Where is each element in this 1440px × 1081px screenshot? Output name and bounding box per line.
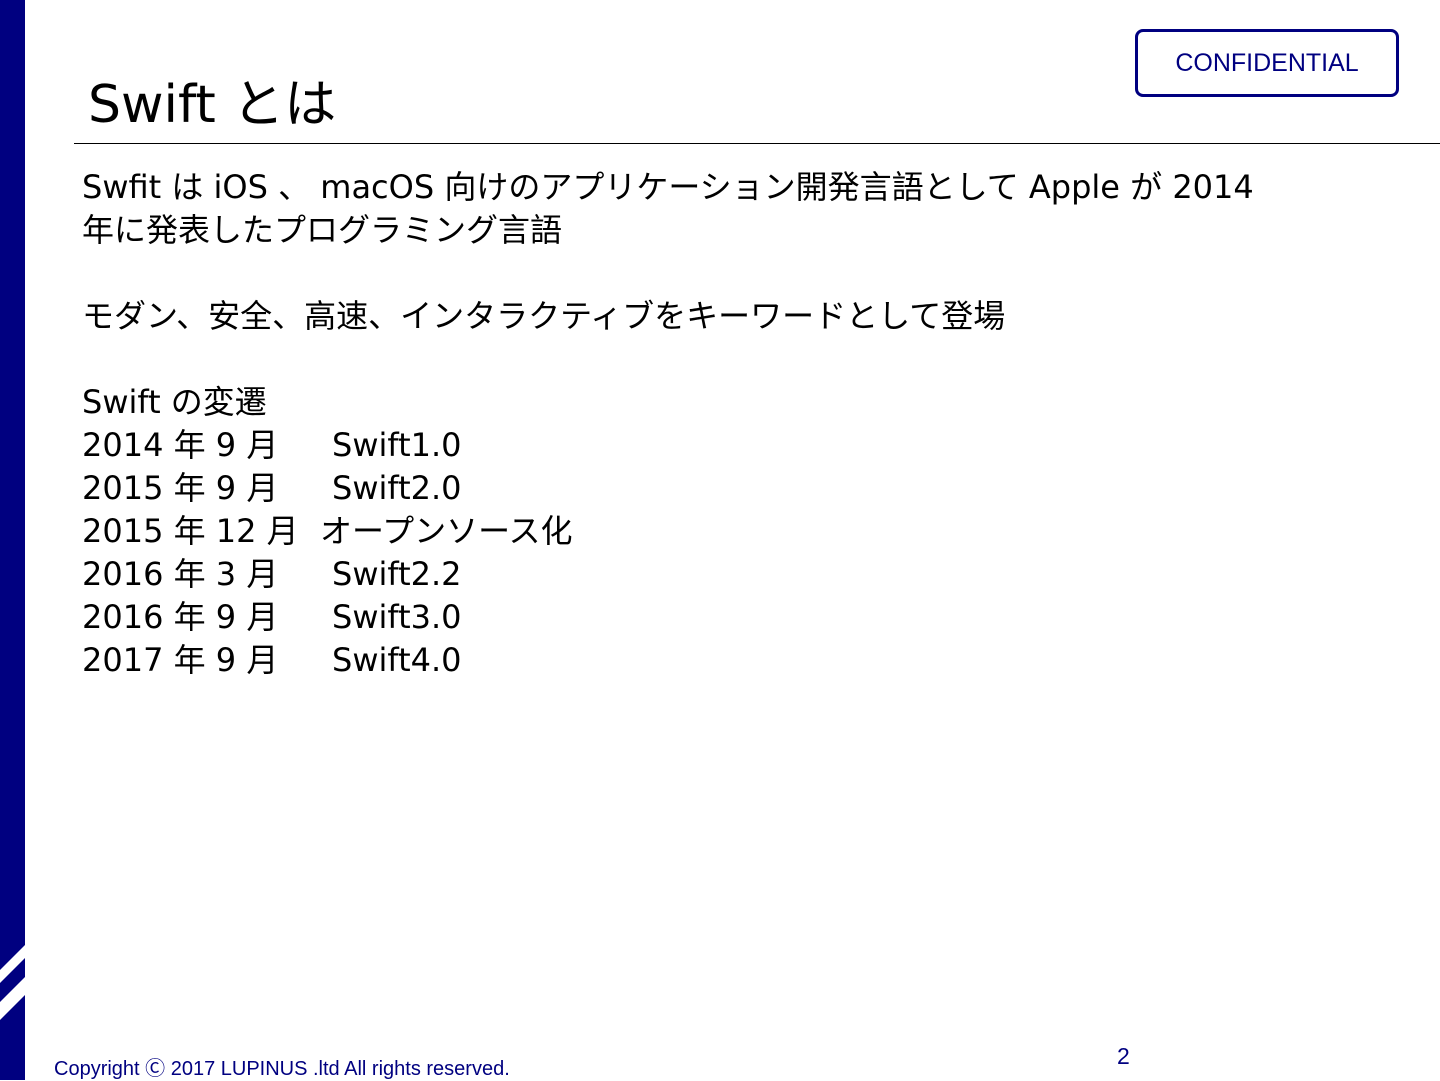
history-item: 2016 年 9 月 Swift3.0: [82, 596, 1382, 639]
history-item: 2017 年 9 月 Swift4.0: [82, 639, 1382, 682]
left-accent-bar: [0, 0, 25, 1080]
title-divider: [74, 143, 1440, 144]
history-event: オープンソース化: [320, 512, 573, 550]
left-bar-graphic: [0, 0, 25, 1080]
history-date: 2016 年 9 月: [82, 598, 279, 636]
history-list: 2014 年 9 月 Swift1.0 2015 年 9 月 Swift2.0 …: [82, 424, 1382, 682]
history-item: 2015 年 9 月 Swift2.0: [82, 467, 1382, 510]
keywords-line: モダン、安全、高速、インタラクティブをキーワードとして登場: [82, 297, 1006, 335]
history-date: 2015 年 12 月: [82, 512, 299, 550]
page-number: 2: [1117, 1043, 1130, 1069]
intro-line-2: 年に発表したプログラミング言語: [82, 211, 563, 249]
slide-title: Swift とは: [88, 75, 337, 135]
history-date: 2016 年 3 月: [82, 555, 279, 593]
confidential-label: CONFIDENTIAL: [1175, 48, 1359, 77]
history-item: 2014 年 9 月 Swift1.0: [82, 424, 1382, 467]
confidential-badge: CONFIDENTIAL: [1135, 29, 1399, 97]
history-event: Swift1.0: [332, 426, 462, 464]
history-item: 2015 年 12 月 オープンソース化: [82, 510, 1382, 553]
history-date: 2017 年 9 月: [82, 641, 279, 679]
history-date: 2014 年 9 月: [82, 426, 279, 464]
slide-body: Swfit は iOS 、 macOS 向けのアプリケーション開発言語として A…: [82, 166, 1382, 682]
history-event: Swift2.2: [332, 555, 462, 593]
history-event: Swift2.0: [332, 469, 462, 507]
copyright-notice: Copyright Ⓒ 2017 LUPINUS .ltd All rights…: [54, 1058, 510, 1080]
history-item: 2016 年 3 月 Swift2.2: [82, 553, 1382, 596]
history-event: Swift3.0: [332, 598, 462, 636]
intro-line-1: Swfit は iOS 、 macOS 向けのアプリケーション開発言語として A…: [82, 168, 1254, 206]
history-date: 2015 年 9 月: [82, 469, 279, 507]
left-bar-fill: [0, 0, 25, 1080]
history-heading: Swift の変遷: [82, 383, 267, 421]
history-event: Swift4.0: [332, 641, 462, 679]
